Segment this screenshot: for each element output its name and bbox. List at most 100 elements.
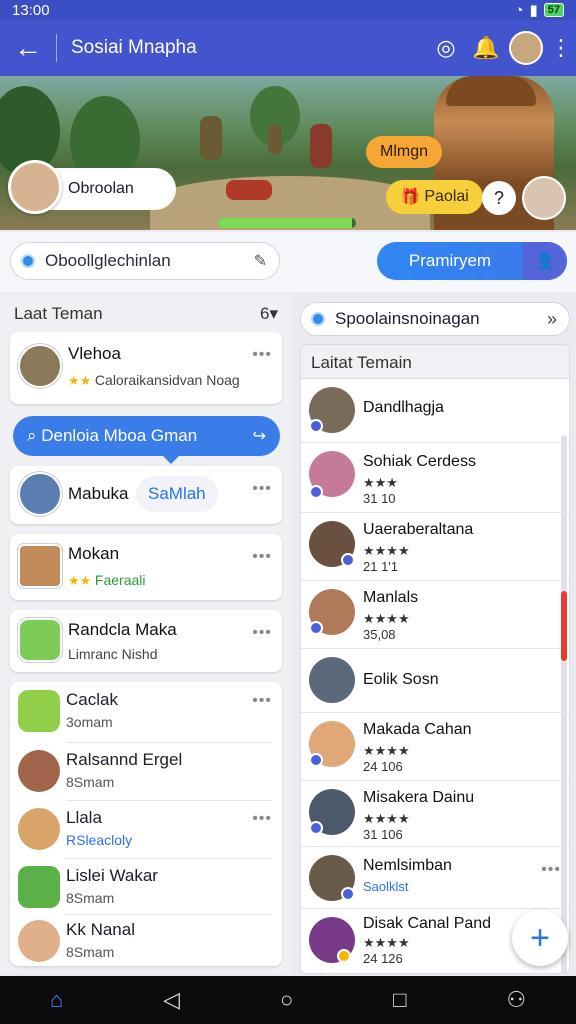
item-count: 21 1'1 xyxy=(363,559,399,574)
avatar xyxy=(18,750,60,792)
list-item[interactable]: Caclak 3omam ••• xyxy=(10,686,282,742)
item-name: Dandlhagja xyxy=(363,399,444,416)
list-item[interactable]: Kk Nanal 8Smam xyxy=(10,916,282,972)
progress-fill xyxy=(218,218,352,228)
system-nav-bar: ⌂ ◁ ○ □ ⚇ xyxy=(0,976,576,1024)
user-chip-label: Obroolan xyxy=(68,180,134,197)
more-icon[interactable]: ••• xyxy=(252,548,272,566)
badge-orange-label: Mlmgn xyxy=(380,143,429,160)
star-icon: ★★ xyxy=(68,573,95,588)
list-item[interactable]: Mokan ★★ Faeraali ••• xyxy=(10,534,282,600)
sort-icon[interactable]: ▾ xyxy=(269,304,278,323)
item-name: Misakera Dainu xyxy=(363,789,475,806)
avatar xyxy=(18,472,62,516)
wifi-icon: ◔ xyxy=(514,1,524,19)
avatar xyxy=(18,866,60,908)
item-sub: ★★ Caloraikansidvan Noag xyxy=(68,372,240,389)
badge-orange[interactable]: Mlmgn xyxy=(366,136,443,168)
home-icon[interactable]: ⌂ xyxy=(50,987,63,1013)
tag-chip[interactable]: SaMlah xyxy=(136,476,218,512)
chat-icon[interactable]: ◎ xyxy=(426,28,466,68)
list-item[interactable]: Nemlsimban Saolklst ••• xyxy=(301,847,569,909)
list-item[interactable]: Uaeraberaltana ★★★★ 21 1'1 xyxy=(301,513,569,581)
status-bar: 13:00 ◔ ▮ 57 xyxy=(0,0,576,20)
back-triangle-icon[interactable]: ◁ xyxy=(163,987,180,1013)
item-sub: 3omam xyxy=(66,714,113,730)
sponsor-bar[interactable]: Spoolainsnoinagan » xyxy=(300,302,570,336)
item-sub: ★★ Faeraali xyxy=(68,572,146,589)
list-item[interactable]: Sohiak Cerdess ★★★ 31 10 xyxy=(301,443,569,513)
list-item[interactable]: Vlehoa ★★ Caloraikansidvan Noag ••• xyxy=(10,332,282,404)
item-name-first: Lislei xyxy=(66,866,105,885)
home-circle-icon[interactable]: ○ xyxy=(280,987,293,1013)
right-panel: Spoolainsnoinagan » Laitat Temain Dandlh… xyxy=(296,294,576,974)
item-name: Sohiak Cerdess xyxy=(363,453,476,470)
more-icon[interactable]: ••• xyxy=(252,810,272,828)
item-sub: Saolklst xyxy=(363,879,409,894)
more-icon[interactable]: ••• xyxy=(541,861,561,879)
plus-icon[interactable]: + xyxy=(512,910,568,966)
scrollbar[interactable] xyxy=(561,435,567,973)
badge-icon xyxy=(309,621,323,635)
prompt-label: Denloia Mboa Gman xyxy=(41,426,198,445)
user-chip[interactable]: Obroolan xyxy=(8,160,176,214)
list-item[interactable]: Randcla Maka Limranc Nishd ••• xyxy=(10,610,282,672)
item-name: Lislei Wakar xyxy=(66,866,158,886)
help-button[interactable]: ? xyxy=(482,181,516,215)
recents-icon[interactable]: □ xyxy=(393,987,406,1013)
item-name: Mabuka xyxy=(68,484,129,503)
item-name: Disak Canal Pand xyxy=(363,915,492,932)
search-row: Oboollglechinlan ✎ Pramiryem 👤 xyxy=(0,232,576,292)
list-item[interactable]: Lislei Wakar 8Smam xyxy=(10,862,282,918)
list-item[interactable]: Makada Cahan ★★★★ 24 106 xyxy=(301,713,569,781)
item-sub: Limranc Nishd xyxy=(68,646,158,662)
edit-icon[interactable]: ✎ xyxy=(254,251,267,271)
vehicle-figure xyxy=(226,180,272,200)
app-bar: ← Sosiai Mnapha ◎ 🔔 ⋮ xyxy=(0,20,576,76)
search-input[interactable]: Oboollglechinlan ✎ xyxy=(10,242,280,280)
accessibility-icon[interactable]: ⚇ xyxy=(506,987,526,1013)
arrow-left-icon[interactable]: ← xyxy=(0,32,56,64)
rating-stars: ★★★★ xyxy=(363,611,410,626)
list-item[interactable]: Llala RSleacloly ••• xyxy=(10,804,282,860)
item-name: Kk Nanal xyxy=(66,920,135,940)
list-item[interactable]: Eolik Sosn xyxy=(301,649,569,713)
more-icon[interactable]: ••• xyxy=(252,624,272,642)
item-name-second: Wakar xyxy=(109,866,158,885)
badge-icon xyxy=(341,553,355,567)
page-title: Sosiai Mnapha xyxy=(71,37,197,58)
bell-icon[interactable]: 🔔 xyxy=(466,28,506,68)
avatar[interactable] xyxy=(506,28,546,68)
rating-stars: ★★★★ xyxy=(363,543,410,558)
more-icon[interactable]: ••• xyxy=(252,692,272,710)
list-item[interactable]: Ralsannd Ergel 8Smam xyxy=(10,746,282,802)
search-icon: ⌕ xyxy=(27,426,42,445)
item-sub-text: Caloraikansidvan Noag xyxy=(94,372,240,388)
status-time: 13:00 xyxy=(12,1,50,19)
item-sub: 8Smam xyxy=(66,774,115,790)
item-name: Caclak xyxy=(66,690,118,709)
prompt-bubble[interactable]: ⌕ Denloia Mboa Gman ↪ xyxy=(13,416,280,464)
badge-yellow[interactable]: 🎁 Paolai xyxy=(386,180,483,214)
primary-button[interactable]: Pramiryem 👤 xyxy=(377,242,567,280)
list-item[interactable]: Dandlhagja xyxy=(301,379,569,443)
character-figure xyxy=(268,124,282,154)
share-icon[interactable]: ↪ xyxy=(253,426,266,446)
chevron-right-icon[interactable]: » xyxy=(547,309,557,330)
more-icon[interactable]: ••• xyxy=(252,346,272,364)
item-name: Ralsannd Ergel xyxy=(66,750,183,769)
help-label: ? xyxy=(493,187,504,208)
left-header-title: Laat Teman xyxy=(14,304,103,323)
item-name: Manlals xyxy=(363,589,419,606)
list-item[interactable]: Mabuka SaMlah ••• xyxy=(10,466,282,524)
gift-icon: 🎁 xyxy=(400,189,425,206)
list-item[interactable]: Misakera Dainu ★★★★ 31 106 xyxy=(301,781,569,847)
scrollbar-thumb[interactable] xyxy=(561,591,567,661)
progress-bar xyxy=(218,218,356,228)
more-vert-icon[interactable]: ⋮ xyxy=(546,35,576,61)
list-item[interactable]: Manlals ★★★★ 35,08 xyxy=(301,581,569,649)
more-icon[interactable]: ••• xyxy=(252,480,272,498)
divider xyxy=(56,34,57,62)
avatar[interactable] xyxy=(522,176,566,220)
badge-icon xyxy=(309,419,323,433)
